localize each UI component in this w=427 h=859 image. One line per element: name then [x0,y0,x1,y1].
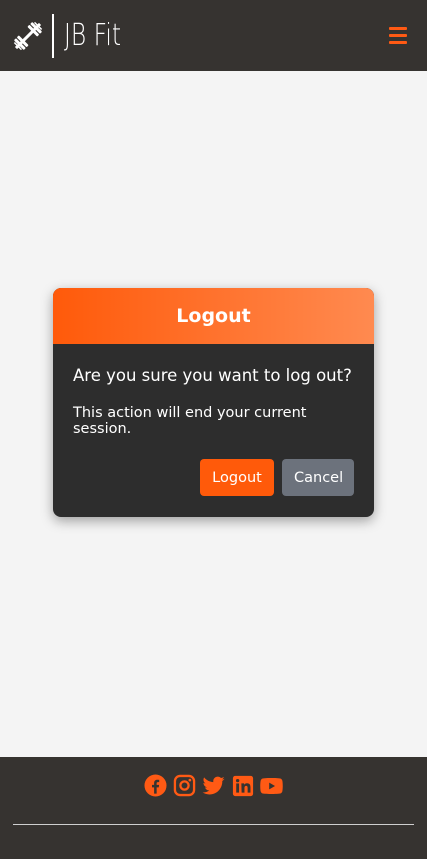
dialog-note: This action will end your current sessio… [73,405,307,437]
dialog-header: Logout [53,288,374,344]
dialog-title: Logout [176,305,251,327]
logout-dialog: Logout Are you sure you want to log out?… [53,288,374,517]
instagram-icon[interactable] [173,774,196,797]
hamburger-menu-icon[interactable] [389,27,407,44]
logo-divider [52,13,54,58]
confirm-logout-button[interactable]: Logout [200,459,274,496]
cancel-button[interactable]: Cancel [282,459,354,496]
dialog-question: Are you sure you want to log out? [73,366,352,385]
dialog-body: Are you sure you want to log out? This a… [53,344,374,437]
facebook-icon[interactable] [144,774,167,797]
twitter-icon[interactable] [202,774,225,797]
brand-logo[interactable]: JB Fit [12,13,137,58]
dialog-actions: Logout Cancel [200,459,354,496]
youtube-icon[interactable] [260,774,283,797]
barbell-icon [12,15,44,57]
brand-name: JB Fit [64,18,122,53]
top-navbar: JB Fit [0,0,427,71]
footer-divider [13,824,414,825]
footer [0,757,427,859]
social-links [0,774,427,797]
linkedin-icon[interactable] [231,774,254,797]
